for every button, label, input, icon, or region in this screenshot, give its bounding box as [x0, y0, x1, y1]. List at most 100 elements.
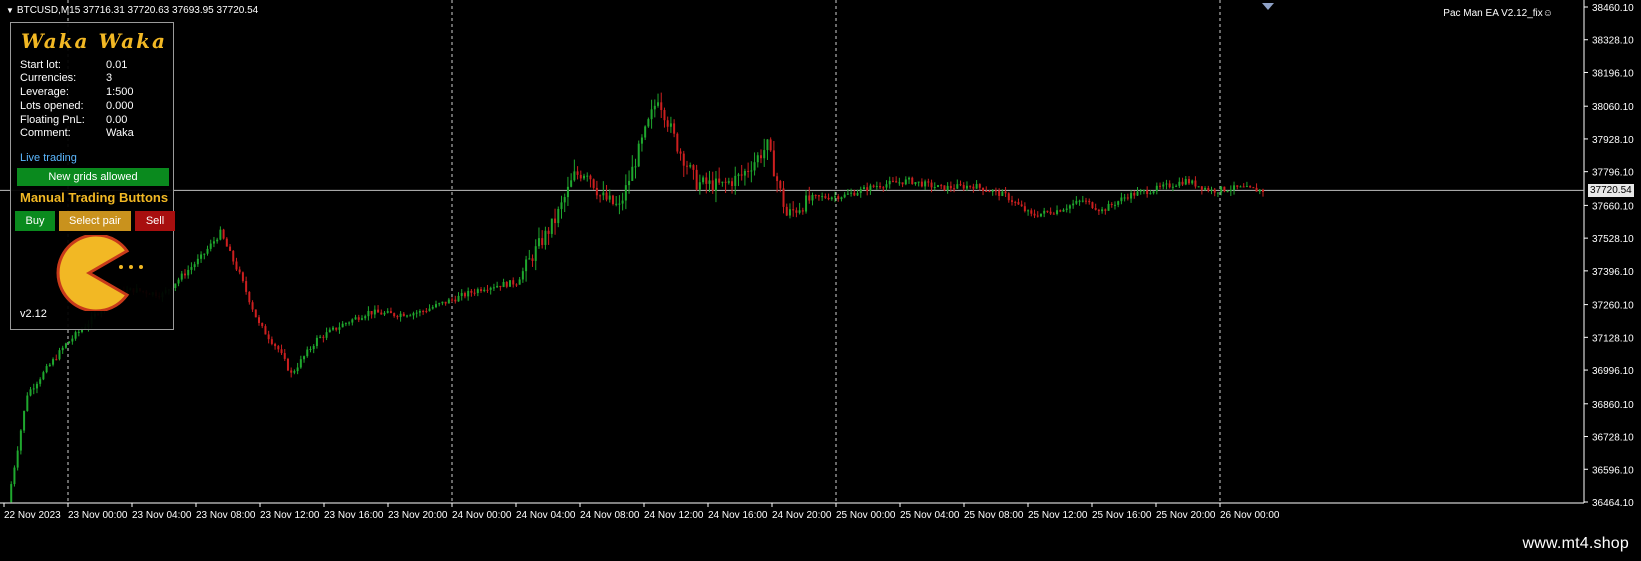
candle-body: [994, 190, 997, 192]
candle-body: [283, 353, 286, 359]
candle-body: [698, 182, 701, 190]
candle-body: [399, 313, 402, 317]
candle-body: [1191, 180, 1194, 184]
panel-logo: Waka Waka: [21, 29, 167, 53]
candle-body: [64, 343, 67, 348]
x-tick-label: 25 Nov 00:00: [836, 510, 896, 521]
candle-body: [908, 177, 911, 180]
candle-body: [177, 279, 180, 284]
candle-body: [274, 343, 277, 347]
candle-body: [232, 250, 235, 262]
candle-body: [325, 332, 328, 338]
candle-body: [969, 185, 972, 187]
candle-body: [187, 269, 190, 276]
candle-body: [480, 289, 483, 292]
candle-body: [827, 197, 830, 200]
candle-body: [505, 281, 508, 287]
candle-body: [917, 181, 920, 183]
candle-body: [1136, 191, 1139, 196]
y-tick-label: 36464.10: [1592, 498, 1634, 509]
candle-body: [1023, 206, 1026, 212]
candle-body: [834, 196, 837, 198]
candle-body: [998, 190, 1001, 196]
candle-body: [1120, 197, 1123, 202]
dropdown-triangle-icon[interactable]: ▼: [6, 6, 14, 15]
candle-body: [586, 175, 589, 177]
candle-body: [1187, 178, 1190, 184]
candle-body: [782, 188, 785, 207]
buy-button[interactable]: Buy: [15, 211, 55, 231]
candle-body: [576, 171, 579, 175]
candle-body: [731, 181, 734, 186]
x-tick-label: 23 Nov 08:00: [196, 510, 256, 521]
info-key: Leverage:: [20, 86, 69, 98]
select-pair-button[interactable]: Select pair: [59, 211, 131, 231]
candle-body: [978, 184, 981, 188]
watermark: www.mt4.shop: [1522, 535, 1629, 552]
chart-shift-marker-icon[interactable]: [1262, 3, 1274, 10]
candle-body: [1133, 192, 1136, 196]
chart-area[interactable]: 38460.10 38328.10 38196.10 38060.10 37928.10…: [0, 0, 1641, 527]
price-chart[interactable]: 38460.10 38328.10 38196.10 38060.10 37928.10…: [0, 0, 1641, 527]
candle-body: [634, 166, 637, 168]
candle-body: [1149, 193, 1152, 195]
candle-body: [1075, 200, 1078, 204]
candle-body: [798, 210, 801, 213]
candle-body: [685, 165, 688, 167]
candle-body: [254, 309, 257, 318]
candle-body: [872, 185, 875, 187]
x-tick-label: 25 Nov 16:00: [1092, 510, 1152, 521]
candle-body: [258, 317, 260, 323]
candle-body: [1110, 203, 1113, 205]
candle-body: [45, 366, 48, 373]
candle-body: [415, 312, 418, 314]
candle-body: [13, 467, 16, 485]
candle-body: [1094, 208, 1097, 210]
info-key: Currencies:: [20, 72, 77, 84]
candle-body: [808, 195, 811, 201]
candle-body: [1123, 197, 1126, 199]
new-grids-button[interactable]: New grids allowed: [17, 168, 169, 186]
pacman-logo-icon: [56, 235, 143, 311]
candle-body: [949, 185, 952, 189]
candle-body: [280, 349, 283, 354]
candle-body: [814, 194, 817, 196]
candle-body: [438, 303, 441, 305]
sell-button[interactable]: Sell: [135, 211, 175, 231]
candle-body: [708, 180, 711, 184]
candle-body: [946, 185, 949, 191]
x-tick-label: 24 Nov 08:00: [580, 510, 640, 521]
candle-body: [499, 285, 502, 288]
x-tick-label: 24 Nov 16:00: [708, 510, 768, 521]
candle-body: [779, 181, 782, 189]
x-tick-label: 26 Nov 00:00: [1220, 510, 1280, 521]
candle-body: [1146, 190, 1149, 195]
candle-body: [611, 195, 614, 205]
candle-body: [1043, 210, 1046, 214]
candle-body: [360, 318, 363, 320]
candle-body: [1200, 186, 1203, 190]
candle-body: [657, 102, 660, 106]
candle-body: [406, 315, 409, 317]
candle-body: [821, 196, 824, 198]
candle-body: [769, 139, 772, 151]
candle-body: [463, 293, 466, 297]
candle-body: [61, 347, 64, 351]
candle-body: [229, 246, 232, 251]
candle-body: [1255, 187, 1258, 192]
x-tick-label: 24 Nov 00:00: [452, 510, 512, 521]
candle-body: [245, 281, 248, 292]
candle-body: [1033, 213, 1036, 216]
candle-body: [695, 169, 698, 190]
candle-body: [489, 287, 492, 290]
candle-body: [837, 196, 840, 200]
candle-body: [451, 299, 454, 301]
candle-body: [853, 192, 856, 196]
info-value: 3: [106, 72, 113, 84]
candle-body: [1249, 186, 1252, 188]
candle-body: [441, 301, 444, 304]
candle-body: [58, 350, 61, 360]
candle-body: [71, 338, 74, 342]
candle-body: [383, 312, 386, 315]
candle-body: [801, 210, 804, 212]
